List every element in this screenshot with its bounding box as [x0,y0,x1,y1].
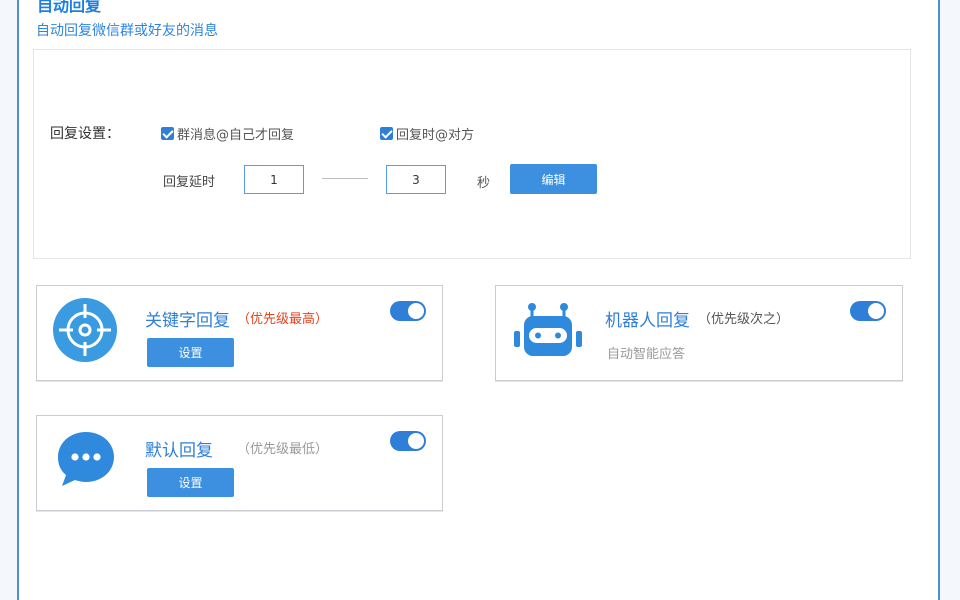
chat-bubble-icon [58,432,114,486]
range-separator [322,178,368,179]
keyword-priority-label: （优先级最高） [237,312,329,327]
page-title: 自动回复 [37,0,102,15]
robot-reply-title: 机器人回复 [605,311,690,331]
at-sender-label: 回复时@对方 [396,128,475,143]
default-reply-title: 默认回复 [145,441,213,461]
at-sender-checkbox[interactable]: 回复时@对方 [380,124,474,143]
robot-priority-label: （优先级次之） [698,312,790,327]
target-crosshair-icon [53,298,117,362]
robot-icon [514,303,582,356]
edit-button[interactable]: 编辑 [510,164,597,194]
reply-settings-label: 回复设置： [50,126,120,142]
page-subtitle: 自动回复微信群或好友的消息 [36,23,218,39]
delay-min-input[interactable] [244,165,304,194]
group-at-self-checkbox[interactable]: 群消息@自己才回复 [161,124,294,143]
left-frame-rail [0,0,19,600]
delay-max-input[interactable] [386,165,446,194]
default-reply-toggle[interactable] [390,431,426,451]
checkbox-checked-icon [161,127,174,140]
robot-reply-description: 自动智能应答 [607,347,686,362]
toggle-knob [408,433,424,449]
app-window: 自动回复 自动回复微信群或好友的消息 回复设置： 群消息@自己才回复 回复时@对… [0,0,960,600]
default-priority-label: （优先级最低） [237,442,329,457]
keyword-reply-title: 关键字回复 [145,311,230,331]
default-settings-button[interactable]: 设置 [147,468,234,497]
toggle-knob [408,303,424,319]
robot-reply-toggle[interactable] [850,301,886,321]
checkbox-checked-icon [380,127,393,140]
delay-unit-label: 秒 [477,176,491,191]
toggle-knob [868,303,884,319]
right-frame-rail [938,0,960,600]
keyword-reply-toggle[interactable] [390,301,426,321]
reply-delay-label: 回复延时 [163,175,216,190]
reply-settings-panel [33,49,911,259]
keyword-settings-button[interactable]: 设置 [147,338,234,367]
group-at-self-label: 群消息@自己才回复 [177,128,295,143]
